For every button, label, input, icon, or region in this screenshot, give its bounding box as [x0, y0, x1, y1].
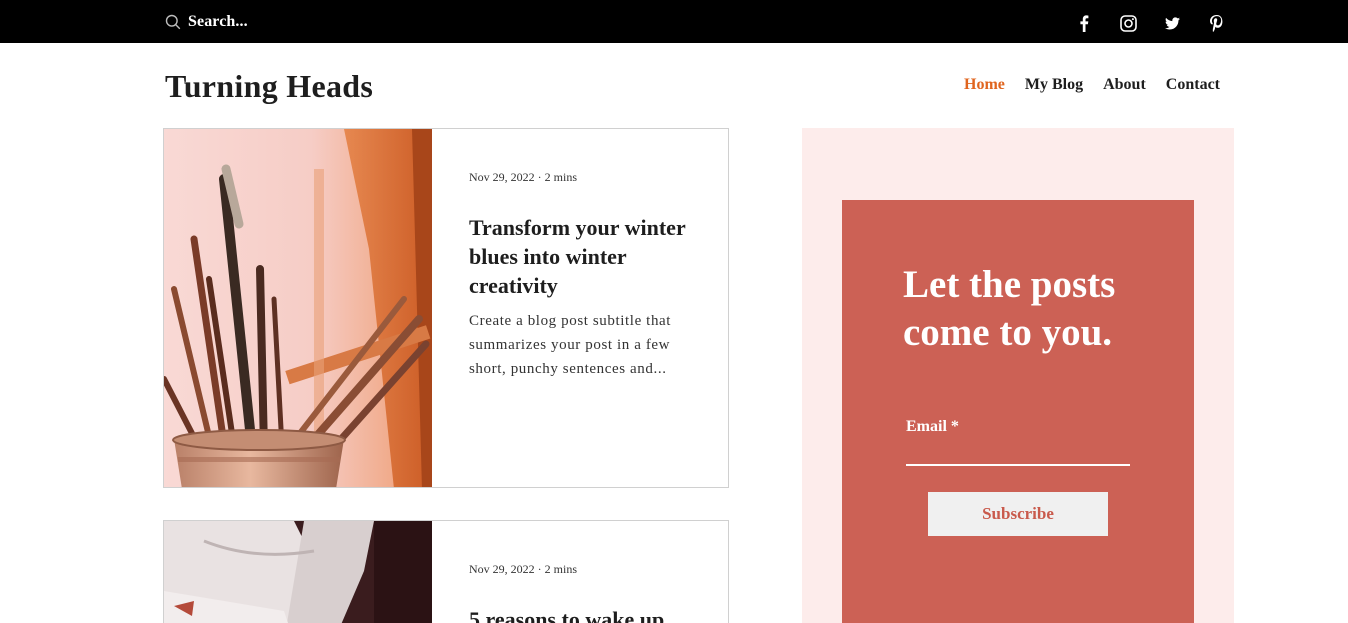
post-image-person-reading[interactable]	[164, 521, 432, 623]
email-label: Email *	[906, 418, 959, 435]
nav-item-contact[interactable]: Contact	[1156, 75, 1230, 95]
instagram-link[interactable]	[1106, 12, 1150, 34]
post-meta: Nov 29, 2022 · 2 mins	[469, 562, 577, 576]
sidebar-subscribe-panel: Let the posts come to you. Email * Subsc…	[802, 128, 1234, 623]
post-date: Nov 29, 2022	[469, 170, 535, 184]
blog-post-card[interactable]: Nov 29, 2022 · 2 mins 5 reasons to wake …	[163, 520, 729, 623]
post-excerpt: Create a blog post subtitle that summari…	[469, 313, 672, 377]
pinterest-link[interactable]	[1194, 12, 1238, 34]
social-links	[1062, 12, 1238, 34]
post-date: Nov 29, 2022	[469, 562, 535, 576]
twitter-link[interactable]	[1150, 12, 1194, 34]
nav-item-about[interactable]: About	[1093, 75, 1156, 95]
search-label[interactable]: Search...	[188, 12, 248, 32]
subscribe-form: Let the posts come to you. Email * Subsc…	[842, 200, 1194, 623]
email-field[interactable]	[906, 436, 1130, 466]
meta-separator-dot: ·	[537, 562, 545, 576]
post-read-time: 2 mins	[544, 562, 578, 576]
main-nav: Home My Blog About Contact	[954, 75, 1230, 95]
facebook-link[interactable]	[1062, 12, 1106, 34]
pinterest-icon	[1209, 14, 1222, 32]
site-title[interactable]: Turning Heads	[165, 65, 373, 107]
nav-item-home[interactable]: Home	[954, 75, 1015, 95]
post-meta: Nov 29, 2022 · 2 mins	[469, 170, 577, 184]
post-read-time: 2 mins	[544, 170, 578, 184]
facebook-icon	[1080, 14, 1089, 32]
post-title[interactable]: 5 reasons to wake up	[469, 605, 704, 623]
meta-separator-dot: ·	[537, 170, 545, 184]
blog-post-card[interactable]: Nov 29, 2022 · 2 mins Transform your win…	[163, 128, 729, 488]
instagram-icon	[1119, 14, 1137, 32]
post-image-paint-brushes[interactable]	[164, 129, 432, 487]
post-title[interactable]: Transform your winter blues into winter …	[469, 213, 704, 300]
subscribe-heading: Let the posts come to you.	[903, 263, 1116, 354]
search-icon	[165, 14, 181, 30]
subscribe-button[interactable]: Subscribe	[928, 492, 1108, 536]
top-bar: Search...	[0, 0, 1348, 43]
twitter-icon	[1164, 16, 1180, 29]
search-bar[interactable]: Search...	[165, 12, 248, 32]
nav-item-my-blog[interactable]: My Blog	[1015, 75, 1093, 95]
